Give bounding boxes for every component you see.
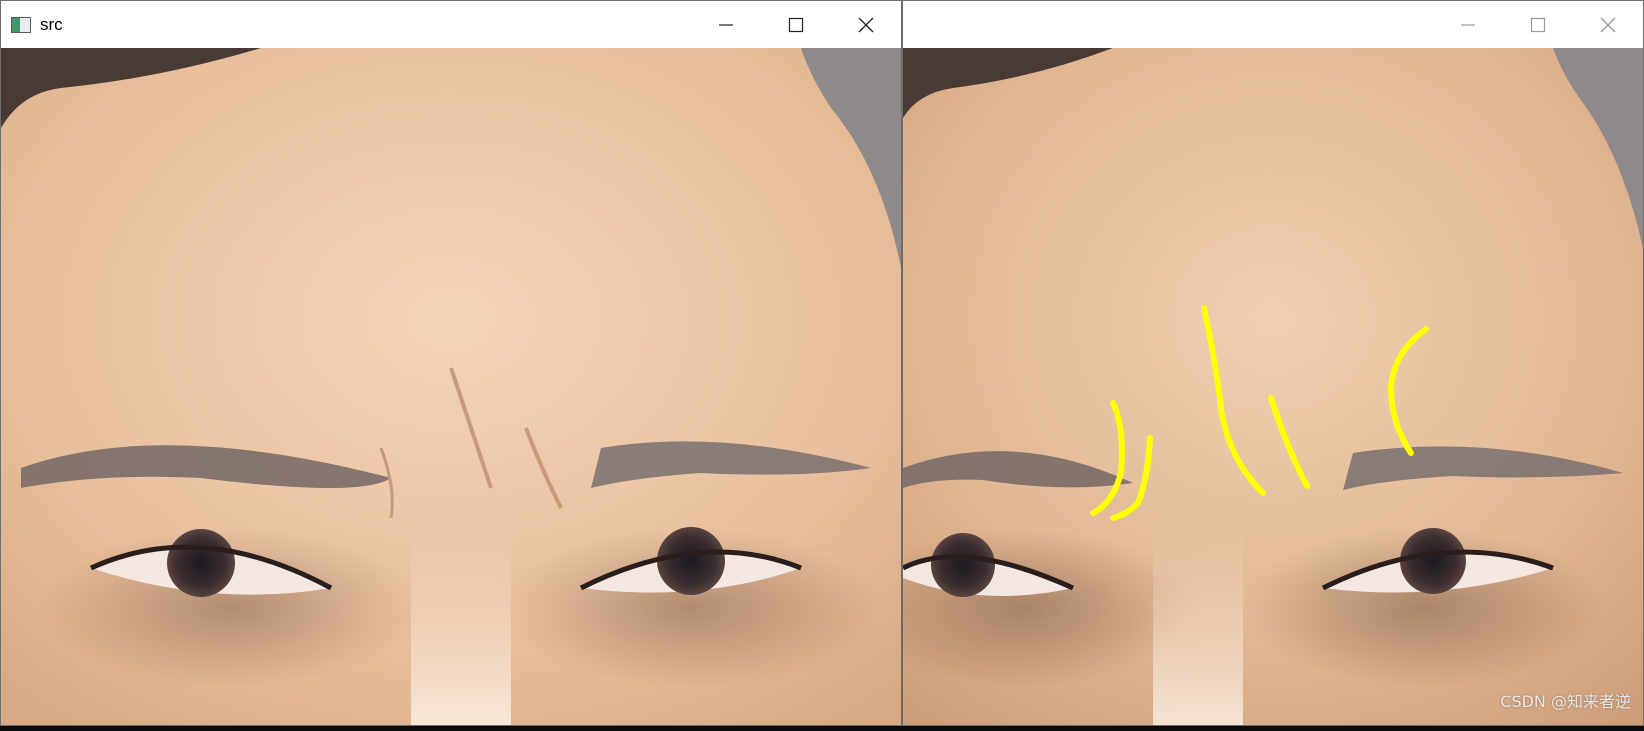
- window-title: src: [40, 14, 63, 34]
- face-photo-annotated: [903, 48, 1643, 725]
- result-window: CSDN @知来者逆: [902, 0, 1644, 726]
- maximize-icon: [1530, 17, 1546, 32]
- close-icon: [858, 17, 874, 32]
- maximize-button[interactable]: [761, 1, 831, 48]
- desktop: src CSDN @知来者逆: [0, 0, 1644, 731]
- maximize-icon: [788, 17, 804, 32]
- watermark: CSDN @知来者逆: [1500, 692, 1631, 711]
- close-button[interactable]: [831, 1, 901, 48]
- minimize-icon: [1461, 23, 1475, 26]
- taskbar-edge: [0, 726, 1644, 731]
- image-canvas: [1, 48, 901, 725]
- titlebar[interactable]: [903, 1, 1643, 48]
- face-photo: [1, 48, 901, 725]
- maximize-button[interactable]: [1503, 1, 1573, 48]
- minimize-button[interactable]: [691, 1, 761, 48]
- close-icon: [1600, 17, 1616, 32]
- app-icon: [11, 16, 31, 33]
- window-controls: [1433, 1, 1643, 48]
- window-controls: [691, 1, 901, 48]
- src-window: src: [0, 0, 902, 726]
- minimize-button[interactable]: [1433, 1, 1503, 48]
- close-button[interactable]: [1573, 1, 1643, 48]
- titlebar[interactable]: src: [1, 1, 901, 48]
- image-canvas: CSDN @知来者逆: [903, 48, 1643, 725]
- minimize-icon: [719, 23, 733, 26]
